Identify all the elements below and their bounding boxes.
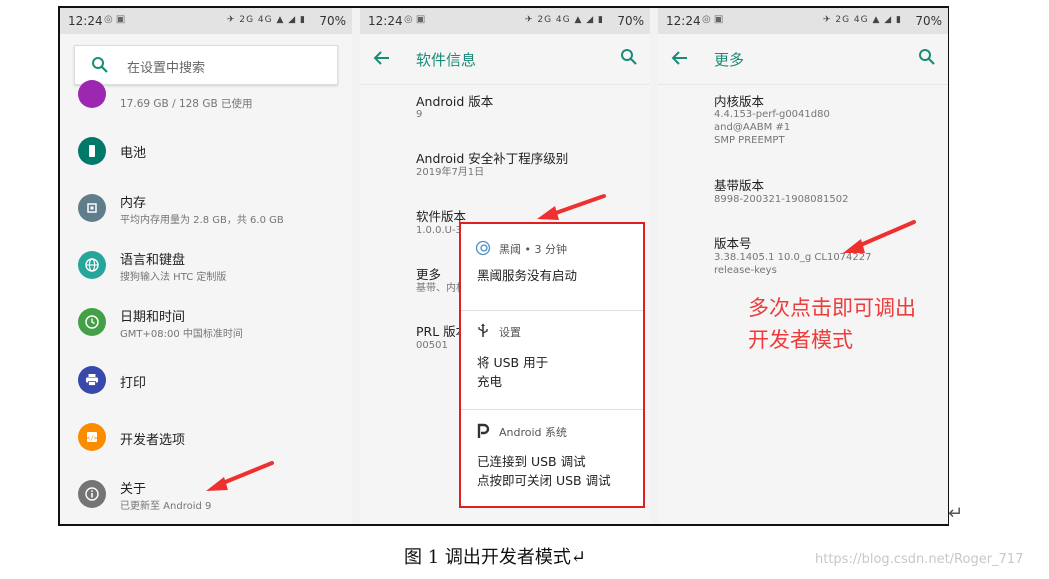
arrow-software-version (537, 194, 606, 220)
figure-caption: 图 1 调出开发者模式↵ (404, 547, 586, 568)
watermark: https://blog.csdn.net/Roger_717 (815, 552, 1024, 567)
return-mark: ↵ (948, 503, 964, 524)
annotation-arrows (206, 194, 916, 491)
arrow-build-number (843, 220, 916, 253)
arrow-about (206, 461, 274, 491)
